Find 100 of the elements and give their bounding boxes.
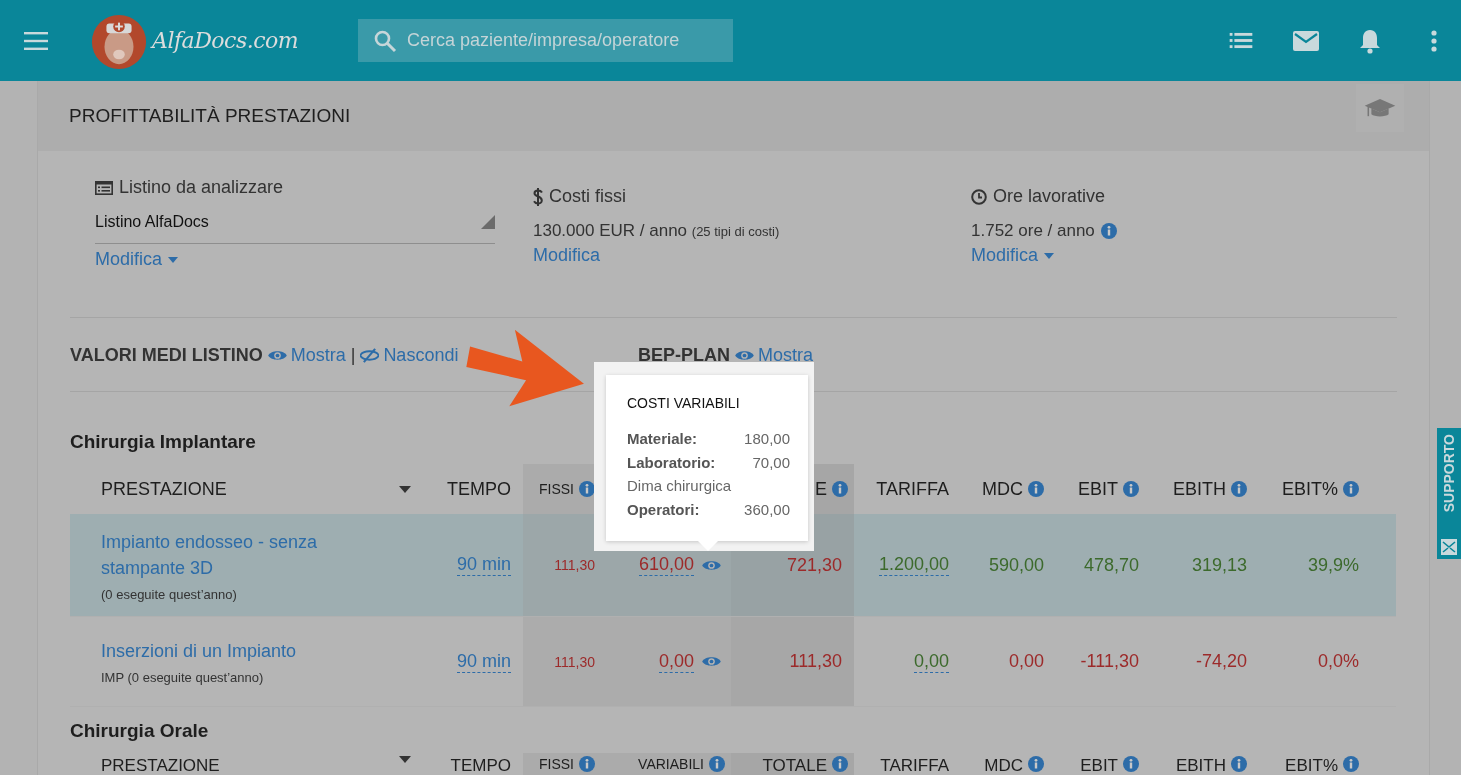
table-cell: 610,00: [638, 554, 694, 576]
cost-label: Laboratorio:: [627, 453, 716, 473]
info-icon[interactable]: [1231, 756, 1247, 772]
dollar-icon: [533, 187, 543, 206]
dropdown-corner-icon: [481, 214, 495, 229]
setting-value: 1.752 ore / anno: [971, 221, 1095, 241]
edit-link[interactable]: Modifica: [95, 249, 179, 270]
column-header: TEMPO: [446, 477, 512, 501]
eye-icon: [267, 349, 287, 362]
page-title: PROFITTABILITÀ PRESTAZIONI: [69, 105, 351, 127]
column-header: TOTALE: [731, 753, 854, 775]
table-cell: 319,13: [1191, 554, 1247, 576]
sort-caret-icon[interactable]: [399, 756, 411, 763]
column-header: EBITH: [1143, 464, 1251, 514]
duration-link[interactable]: 90 min: [456, 554, 511, 576]
sort-caret-icon[interactable]: [399, 485, 411, 493]
table-cell: -74,20: [1195, 651, 1247, 672]
mail-icon[interactable]: [1293, 30, 1319, 51]
info-icon[interactable]: [1343, 756, 1359, 772]
setting-label: Costi fissi: [549, 186, 626, 207]
info-icon[interactable]: [1231, 481, 1247, 497]
service-link[interactable]: Inserzioni di un Impianto: [101, 638, 381, 664]
toggle-label: VALORI MEDI LISTINO: [70, 345, 263, 366]
service-note: IMP (0 eseguite quest’anno): [101, 670, 264, 685]
hide-link[interactable]: Nascondi: [360, 345, 459, 366]
separator-text: |: [350, 345, 356, 366]
edit-link[interactable]: Modifica: [533, 245, 601, 266]
column-header: FISSI: [523, 753, 601, 775]
tooltip-title: COSTI VARIABILI: [627, 395, 741, 411]
column-header: MDC: [953, 464, 1048, 514]
column-header: PRESTAZIONE: [70, 464, 441, 514]
edit-link[interactable]: Modifica: [971, 245, 1055, 266]
table-cell: 111,30: [554, 557, 595, 573]
duration-link[interactable]: 90 min: [456, 650, 511, 673]
column-header: EBITH: [1143, 753, 1251, 775]
show-link[interactable]: Mostra: [267, 345, 346, 366]
column-header: VARIABILI: [601, 753, 731, 775]
table-cell: -111,30: [1080, 651, 1139, 672]
menu-icon[interactable]: [24, 31, 48, 50]
bell-icon[interactable]: [1359, 27, 1381, 54]
section-title: Chirurgia Orale: [70, 719, 209, 743]
toggle-label: BEP-PLAN: [638, 345, 730, 366]
table-cell: 111,30: [554, 653, 595, 670]
table-cell: 478,70: [1083, 554, 1139, 576]
info-icon[interactable]: [579, 481, 595, 497]
list-icon[interactable]: [1229, 32, 1253, 49]
view-details-button[interactable]: [702, 655, 721, 668]
support-tab[interactable]: SUPPORTO: [1437, 428, 1461, 559]
info-icon[interactable]: [1028, 481, 1044, 497]
eye-icon: [702, 655, 721, 668]
caret-icon: [1044, 252, 1055, 259]
setting-label: Ore lavorative: [993, 186, 1106, 207]
table-cell: 0,0%: [1317, 651, 1359, 672]
info-icon[interactable]: [1123, 756, 1139, 772]
info-icon[interactable]: [832, 481, 848, 497]
section-title: Chirurgia Implantare: [70, 430, 256, 454]
column-header: TARIFFA: [879, 755, 950, 775]
eye-icon: [702, 558, 721, 572]
table-cell: 1.200,00: [878, 554, 949, 576]
show-link[interactable]: Mostra: [735, 345, 814, 366]
column-header: EBIT%: [1251, 753, 1396, 775]
logo-text: AlfaDocs.com: [152, 28, 299, 53]
setting-label: Listino da analizzare: [119, 177, 284, 198]
info-icon[interactable]: [1123, 481, 1139, 497]
service-note: (0 eseguite quest’anno): [101, 586, 237, 602]
info-icon[interactable]: [1028, 756, 1044, 772]
column-header: EBIT%: [1251, 464, 1396, 514]
clock-icon: [971, 188, 987, 205]
cost-label: Materiale:: [627, 430, 698, 449]
table-cell: 0,00: [913, 650, 949, 673]
info-icon[interactable]: [1343, 481, 1359, 497]
column-header: TEMPO: [449, 755, 512, 775]
column-header: EBIT: [1048, 753, 1143, 775]
column-header: PRESTAZIONE: [70, 753, 441, 775]
table-cell: 590,00: [988, 554, 1044, 576]
info-icon[interactable]: [579, 756, 595, 772]
view-details-button[interactable]: [702, 558, 721, 572]
table-cell: 111,30: [789, 651, 842, 672]
more-icon[interactable]: [1431, 29, 1437, 52]
table-row[interactable]: Inserzioni di un Impianto IMP (0 eseguite quest’anno) 90 min 111,30 0,00 111,30 0,00 0,00 -111,30 -74,20 0,0%: [70, 617, 1396, 707]
cost-note: Dima chirurgica: [627, 477, 732, 496]
list-alt-icon: [95, 180, 113, 195]
select-field[interactable]: Listino AlfaDocs: [95, 200, 495, 244]
info-icon[interactable]: [832, 756, 848, 772]
mail-icon: [1441, 539, 1457, 555]
column-header: MDC: [953, 753, 1048, 775]
service-link[interactable]: Impianto endosseo - senza stampante 3D: [101, 528, 381, 581]
search-icon: [373, 29, 397, 53]
setting-value: 130.000 EUR / anno (25 tipi di costi): [533, 221, 780, 241]
column-header: EBIT: [1048, 464, 1143, 514]
table-cell: 721,30: [786, 554, 842, 576]
info-icon[interactable]: [709, 756, 725, 772]
table-cell: 0,00: [1008, 651, 1044, 672]
search-field[interactable]: Cerca paziente/impresa/operatore: [358, 19, 733, 62]
info-icon[interactable]: [1100, 223, 1117, 239]
table-cell: 39,9%: [1307, 554, 1359, 576]
column-header: TARIFFA: [875, 477, 950, 501]
eye-slash-icon: [360, 348, 380, 363]
caret-icon: [168, 256, 179, 263]
table-cell: 0,00: [658, 650, 694, 673]
